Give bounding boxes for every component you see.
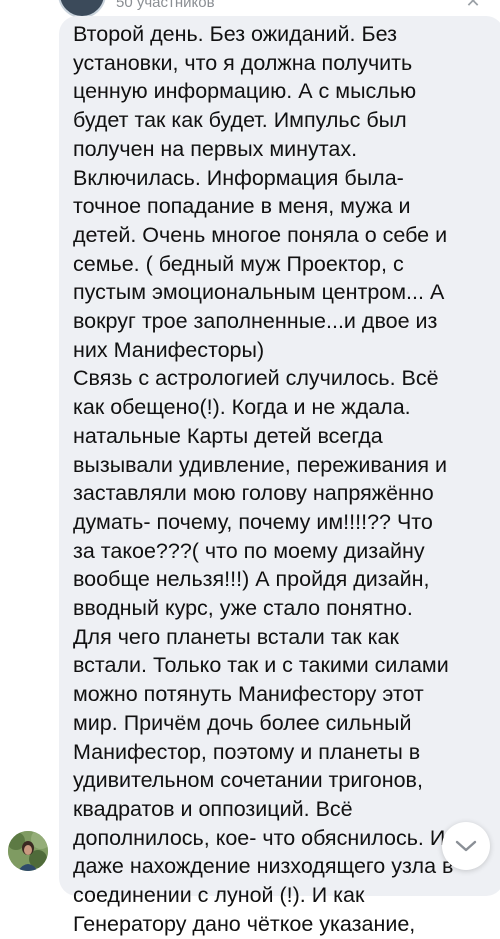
message-line: квадратов и оппозиций. Всё (73, 796, 353, 821)
message-line: думать- почему, почему им!!!!?? Что (73, 509, 433, 534)
scroll-down-button[interactable] (442, 822, 490, 870)
message-line: вообще нельзя!!!) А пройдя дизайн, (73, 567, 430, 592)
message-line: установки, что я должна получить (73, 50, 413, 75)
close-icon[interactable]: ✕ (458, 0, 488, 14)
message-line: заставляли мою голову напряжённо (73, 481, 434, 506)
message-line: них Манифесторы) (73, 337, 265, 362)
message-line: за такое???( что по моему дизайну (73, 538, 425, 563)
message-line: мир. Причём дочь более сильный (73, 710, 412, 735)
message-line: Генератору дано чёткое указание, (73, 911, 416, 936)
message-line: будет так как будет. Импульс был (73, 108, 407, 133)
message-line: детей. Очень многое поняла о себе и (73, 222, 448, 247)
message-line: соединении с луной (!). И как (73, 883, 365, 908)
message-line: дополнилось, кое- что обяснилось. И (73, 825, 446, 850)
message-line: Для чего планеты встали так как (73, 624, 399, 649)
message-line: Манифестор, поэтому и планеты в (73, 739, 421, 764)
message-line: Связь с астрологией случилось. Всё (73, 366, 439, 391)
message-text: Второй день. Без ожиданий. Без установки,… (73, 20, 454, 939)
message-line: вокруг трое заполненные...и двое из (73, 309, 438, 334)
message-line: точное попадание в меня, мужа и (73, 194, 411, 219)
message-line: Включилась. Информация была- (73, 165, 404, 190)
message-line: пустым эмоциональным центром... А (73, 280, 445, 305)
message-line: получен на первых минутах. (73, 136, 358, 161)
message-line: как обещено(!). Когда и не ждала. (73, 395, 411, 420)
message-line: можно потянуть Манифестору этот (73, 682, 424, 707)
message-line: вызывали удивление, переживания и (73, 452, 447, 477)
message-line: даже нахождение низходящего узла в (73, 854, 454, 879)
message-line: ценную информацию. А с мыслью (73, 79, 417, 104)
message-line: натальные Карты детей всегда (73, 423, 383, 448)
message-line: вводный курс, уже стало понятно. (73, 596, 413, 621)
avatar[interactable] (8, 831, 48, 871)
chat-header: 50 участников ✕ (0, 0, 500, 18)
participants-count: 50 участников (116, 0, 215, 11)
message-line: семье. ( бедный муж Проектор, с (73, 251, 404, 276)
avatar-image (8, 831, 48, 871)
message-line: Второй день. Без ожиданий. Без (73, 22, 397, 46)
message-line: встали. Только так и с такими силами (73, 653, 449, 678)
chevron-down-icon (455, 840, 477, 852)
message-line: удивительном сочетании тригонов, (73, 768, 423, 793)
